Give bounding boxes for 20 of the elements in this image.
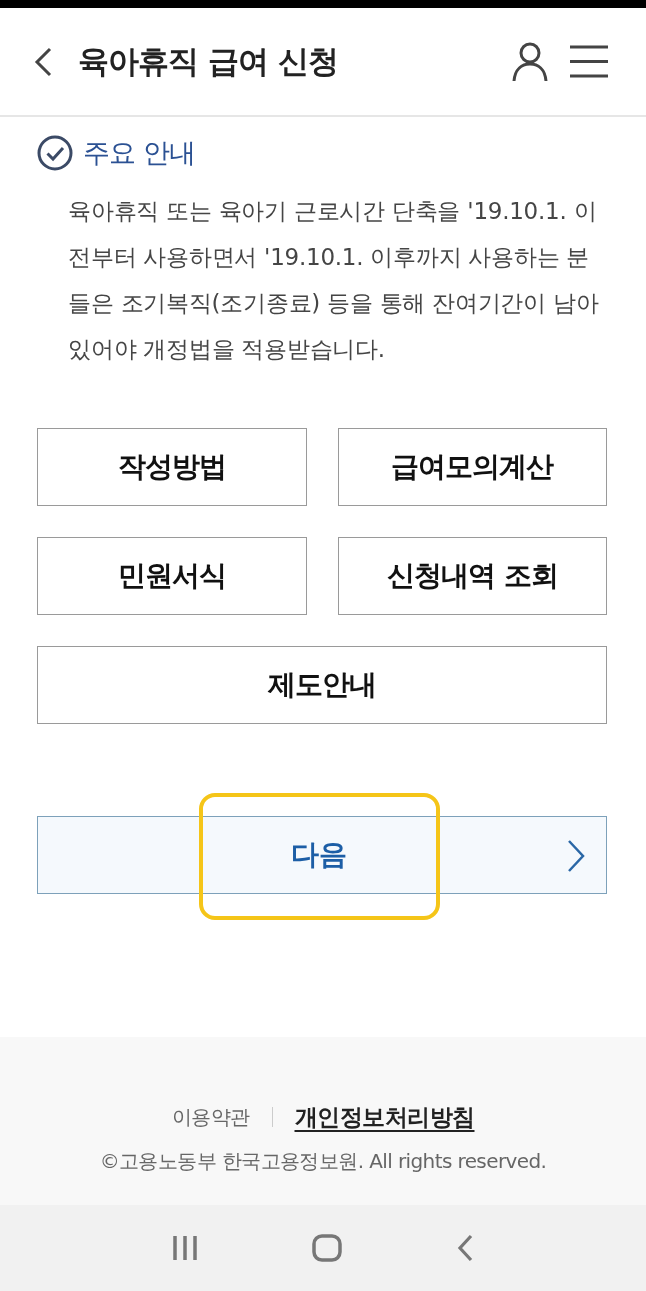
shortcut-button[interactable]: 급여모의계산 [337, 428, 607, 506]
shortcut-button[interactable]: 작성방법 [37, 428, 307, 506]
page-title: 육아휴직 급여 신청 [78, 41, 338, 81]
shortcut-button[interactable]: 제도안내 [37, 646, 607, 724]
check-circle-icon [37, 135, 73, 171]
next-button[interactable]: 다음 [37, 816, 607, 894]
back-icon[interactable] [456, 1234, 474, 1262]
notice-text: 육아휴직 또는 육아기 근로시간 단축을 '19.10.1. 이전부터 사용하면서 '19.10.1. 이후까지 사용하는 분들은 조기복직(조기종료) 등을 통해 잔여기간이 남아있어야 개정법을 적용받습니다. [68, 197, 600, 364]
footer-link[interactable]: 개인정보처리방침 [294, 1101, 475, 1133]
person-icon[interactable] [512, 41, 548, 82]
footer-link[interactable]: 이용약관 [171, 1103, 250, 1131]
chevron-left-icon [34, 46, 52, 77]
recent-apps-icon[interactable] [172, 1235, 198, 1261]
copyright-text: ©고용노동부 한국고용정보원. All rights reserved. [99, 1148, 547, 1175]
section-title: 주요 안내 [83, 136, 195, 170]
shortcut-button[interactable]: 민원서식 [37, 537, 307, 615]
chevron-right-icon [567, 839, 585, 873]
menu-icon[interactable] [570, 45, 608, 78]
shortcut-button[interactable]: 신청내역 조회 [337, 537, 607, 615]
home-icon[interactable] [312, 1234, 342, 1262]
